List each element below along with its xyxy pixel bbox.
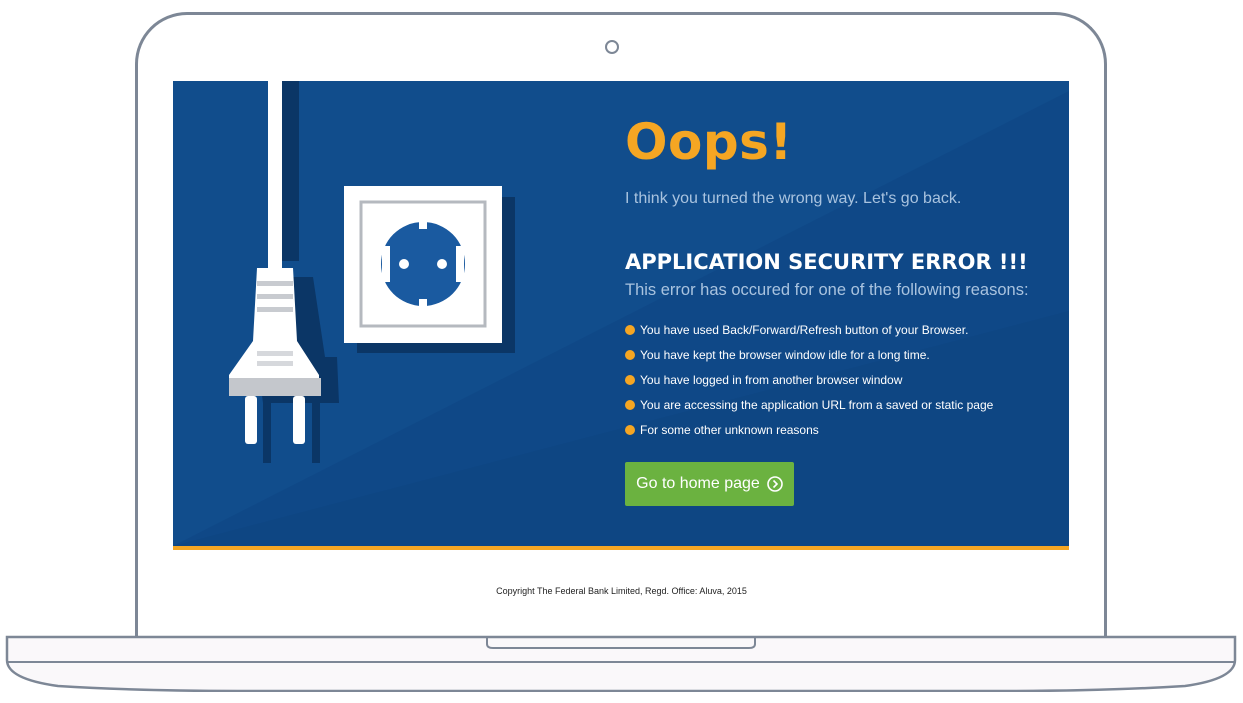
bullet-icon [625, 350, 635, 360]
error-screen: Oops! I think you turned the wrong way. … [173, 81, 1069, 546]
go-to-home-page-button[interactable]: Go to home page [625, 462, 794, 506]
chevron-circle-right-icon [767, 476, 783, 492]
reason-text: You have kept the browser window idle fo… [640, 348, 930, 362]
plug-and-socket-illustration [229, 81, 515, 463]
power-plug-icon [229, 81, 339, 463]
list-item: For some other unknown reasons [625, 422, 993, 447]
list-item: You have kept the browser window idle fo… [625, 347, 993, 372]
reason-text: You have used Back/Forward/Refresh butto… [640, 323, 969, 337]
error-subtitle: This error has occured for one of the fo… [625, 281, 1029, 299]
footer-copyright: Copyright The Federal Bank Limited, Regd… [496, 586, 747, 596]
webcam-icon [605, 40, 619, 54]
bullet-icon [625, 375, 635, 385]
list-item: You have used Back/Forward/Refresh butto… [625, 322, 993, 347]
error-title: APPLICATION SECURITY ERROR !!! [625, 250, 1028, 274]
bullet-icon [625, 400, 635, 410]
oops-subtitle: I think you turned the wrong way. Let's … [625, 190, 962, 207]
bullet-icon [625, 425, 635, 435]
oops-heading: Oops! [625, 113, 793, 171]
bullet-icon [625, 325, 635, 335]
reason-text: For some other unknown reasons [640, 423, 819, 437]
accent-bar [173, 546, 1069, 550]
laptop-base [5, 635, 1237, 692]
list-item: You are accessing the application URL fr… [625, 397, 993, 422]
power-socket-icon [344, 186, 515, 353]
reasons-list: You have used Back/Forward/Refresh butto… [625, 322, 993, 447]
reason-text: You have logged in from another browser … [640, 373, 903, 387]
reason-text: You are accessing the application URL fr… [640, 398, 994, 412]
list-item: You have logged in from another browser … [625, 372, 993, 397]
home-button-label: Go to home page [636, 475, 760, 492]
